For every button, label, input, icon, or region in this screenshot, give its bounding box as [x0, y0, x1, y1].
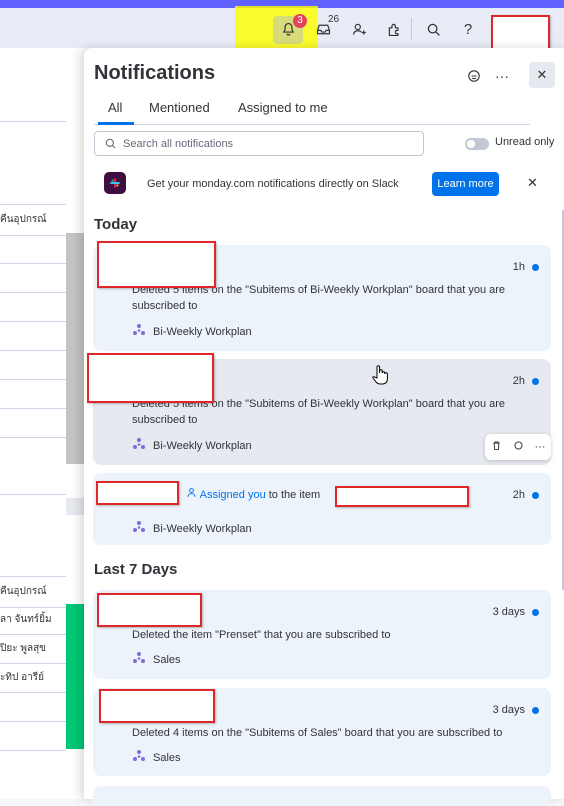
board-name: Bi-Weekly Workplan: [153, 325, 252, 338]
user-icon: [186, 488, 199, 501]
table-row: [0, 693, 66, 722]
workspace-icon: [132, 749, 146, 766]
delete-icon[interactable]: [491, 440, 502, 454]
table-row: [0, 722, 66, 751]
board-link[interactable]: Bi-Weekly Workplan: [132, 323, 252, 340]
section-today: Today: [94, 216, 138, 233]
unread-dot: [532, 264, 539, 271]
inbox-count: 26: [328, 14, 340, 25]
redacted-user-name: [99, 689, 215, 723]
workspace-icon: [132, 323, 146, 340]
table-row: [0, 351, 66, 380]
board-name: Sales: [153, 751, 181, 764]
table-row: [0, 409, 66, 438]
redacted-user-name: [97, 593, 202, 627]
more-actions-icon[interactable]: ···: [535, 441, 546, 453]
tab-assigned-to-me[interactable]: Assigned to me: [238, 100, 328, 115]
notification-time: 3 days: [492, 606, 525, 618]
notification-time: 1h: [512, 261, 525, 273]
redacted-user-name: [87, 353, 214, 403]
board-background: คืนอุปกรณ์ คืนอุปกรณ์ ลา จันทร์ยิ้ม ปิยะ…: [0, 48, 86, 799]
column-header: คืนอุปกรณ์: [0, 204, 66, 236]
dismiss-banner-icon[interactable]: ✕: [527, 175, 538, 191]
table-row: [0, 293, 66, 322]
slack-banner-text: Get your monday.com notifications direct…: [147, 178, 399, 190]
table-row: ะทิป อารีย์: [0, 664, 66, 693]
more-options-icon[interactable]: ···: [492, 66, 512, 86]
assigned-you-link[interactable]: Assigned you: [200, 489, 266, 501]
unread-dot: [532, 609, 539, 616]
search-icon: [104, 137, 117, 155]
close-icon: ✕: [536, 67, 548, 82]
redacted-user-name: [97, 241, 216, 288]
table-row: ลา จันทร์ยิ้ม: [0, 606, 66, 635]
column-header: คืนอุปกรณ์: [0, 576, 66, 608]
active-tab-indicator: [98, 122, 134, 125]
notification-time: 2h: [512, 489, 525, 501]
tab-all[interactable]: All: [108, 100, 122, 115]
search-input[interactable]: [123, 135, 413, 152]
notification-message: Deleted the item "Prenset" that you are …: [132, 629, 391, 641]
apps-icon[interactable]: [383, 18, 405, 40]
slack-banner: Get your monday.com notifications direct…: [94, 166, 554, 202]
redacted-user-name: [96, 481, 179, 505]
table-row: [0, 380, 66, 409]
help-icon[interactable]: ?: [457, 18, 479, 40]
board-link[interactable]: Bi-Weekly Workplan: [132, 520, 252, 537]
search-box: [94, 131, 424, 156]
notification-time: 3 days: [492, 704, 525, 716]
notifications-badge: 3: [293, 14, 307, 28]
unread-dot: [532, 707, 539, 714]
card-actions: ···: [485, 434, 551, 460]
feedback-icon[interactable]: [464, 66, 484, 86]
workspace-icon: [132, 437, 146, 454]
unread-only-label: Unread only: [495, 136, 555, 148]
board-name: Sales: [153, 653, 181, 666]
status-column: [66, 498, 86, 515]
mark-read-icon[interactable]: [513, 440, 524, 454]
notification-time: 2h: [512, 375, 525, 387]
close-panel-button[interactable]: ✕: [529, 62, 555, 88]
unread-only-toggle[interactable]: [465, 138, 489, 150]
table-row: ปิยะ พูลสุข: [0, 635, 66, 664]
unread-dot: [532, 378, 539, 385]
panel-title: Notifications: [94, 62, 216, 84]
notification-card[interactable]: [93, 786, 551, 806]
unread-dot: [532, 492, 539, 499]
table-row: [0, 466, 66, 495]
board-link[interactable]: Bi-Weekly Workplan: [132, 437, 252, 454]
hand-cursor-icon: [371, 364, 389, 386]
tab-mentioned[interactable]: Mentioned: [149, 100, 210, 115]
status-column: [66, 233, 86, 464]
divider: [0, 121, 66, 122]
status-column: [66, 604, 86, 749]
message-suffix: to the item: [268, 489, 321, 501]
notification-message: Deleted 4 items on the "Subitems of Sale…: [132, 727, 503, 739]
notification-message: n Assigned you to the item: [173, 487, 320, 503]
workspace-icon: [132, 520, 146, 537]
section-last-7-days: Last 7 Days: [94, 561, 178, 578]
learn-more-button[interactable]: Learn more: [432, 172, 499, 196]
tabs-divider: [94, 124, 530, 125]
table-row: [0, 264, 66, 293]
workspace-icon: [132, 651, 146, 668]
board-link[interactable]: Sales: [132, 749, 181, 766]
slack-logo-icon: [104, 172, 126, 194]
board-name: Bi-Weekly Workplan: [153, 522, 252, 535]
topbar-divider: [411, 18, 412, 40]
notifications-panel: Notifications ··· ✕ All Mentioned Assign…: [84, 48, 564, 806]
redacted-item-name: [335, 486, 469, 507]
board-link[interactable]: Sales: [132, 651, 181, 668]
search-icon[interactable]: [422, 18, 444, 40]
table-row: [0, 235, 66, 264]
invite-user-icon[interactable]: [348, 18, 370, 40]
board-name: Bi-Weekly Workplan: [153, 439, 252, 452]
table-row: [0, 322, 66, 351]
